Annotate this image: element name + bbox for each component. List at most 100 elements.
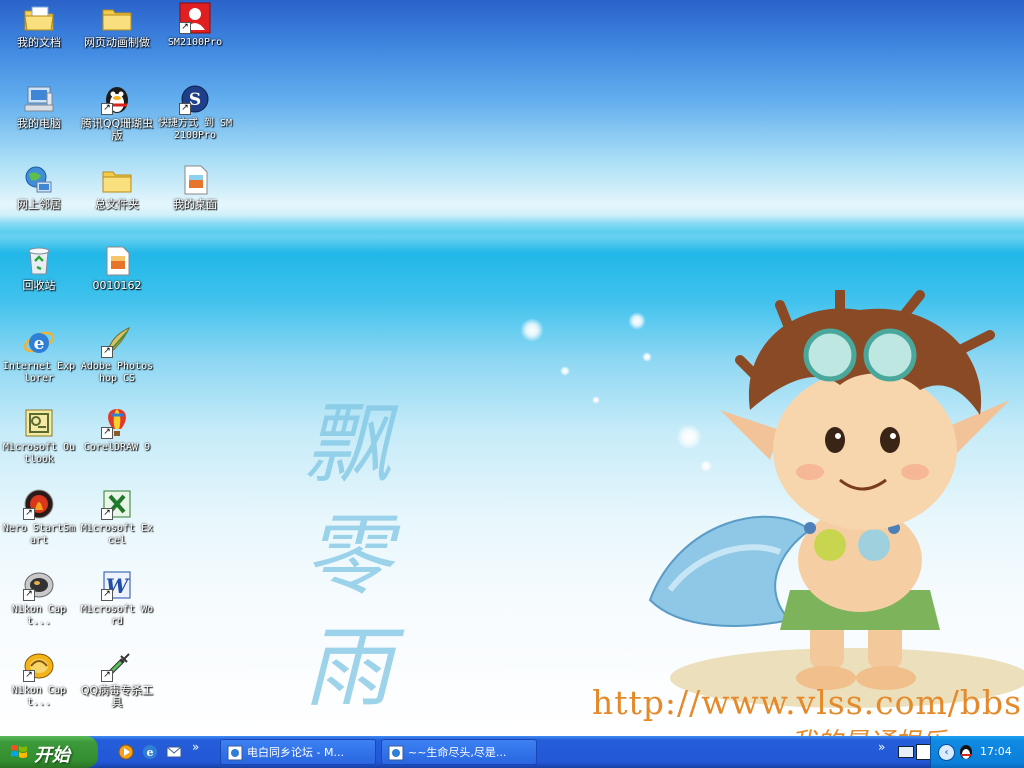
- outlook-shortcut[interactable]: Microsoft Outlook: [0, 407, 78, 466]
- start-label: 开始: [34, 745, 70, 766]
- icon-label: 我的文档: [17, 36, 61, 49]
- qq-shortcut[interactable]: ↗ 腾讯QQ珊瑚虫版: [78, 83, 156, 142]
- icon-label: Nikon Capt...: [11, 604, 67, 627]
- sparkle: [592, 396, 600, 404]
- nikon-capture-shortcut-1[interactable]: ↗ Nikon Capt...: [0, 569, 78, 628]
- my-documents-shortcut[interactable]: 我的文档: [0, 2, 78, 49]
- tray-expand-icon[interactable]: ‹: [938, 744, 955, 761]
- troll-illustration: [648, 290, 1024, 708]
- word-shortcut[interactable]: W ↗ Microsoft Word: [78, 569, 156, 628]
- nikon-capture-icon: ↗: [23, 569, 55, 601]
- outlook-express-icon[interactable]: [166, 744, 182, 760]
- ie-window-icon: [227, 745, 243, 761]
- qq-penguin-icon: ↗: [101, 83, 133, 115]
- icon-label: Adobe Photoshop CS: [80, 361, 154, 384]
- media-player-icon[interactable]: [118, 744, 134, 760]
- task-button-forum[interactable]: 电白同乡论坛 - M...: [220, 739, 376, 765]
- shortcut-arrow-icon: ↗: [101, 589, 113, 601]
- word-icon: W ↗: [101, 569, 133, 601]
- icon-label: Nero StartSmart: [2, 523, 76, 546]
- recycle-bin-shortcut[interactable]: 回收站: [0, 245, 78, 292]
- nikon-capture-shortcut-2[interactable]: ↗ Nikon Capt...: [0, 650, 78, 709]
- taskbar-toolbar-more[interactable]: »: [878, 740, 885, 754]
- icon-label: 快捷方式 到 SM2100Pro: [157, 118, 233, 141]
- icon-label: 网页动画制做: [84, 36, 150, 49]
- internet-explorer-shortcut[interactable]: e Internet Explorer: [0, 326, 78, 385]
- shortcut-arrow-icon: ↗: [23, 508, 35, 520]
- shortcut-arrow-icon: ↗: [101, 103, 113, 115]
- icon-label: 我的桌面: [173, 198, 217, 211]
- qq-tray-icon[interactable]: [958, 743, 974, 764]
- svg-text:e: e: [147, 746, 154, 759]
- clock[interactable]: 17:04: [980, 745, 1012, 758]
- sm2100pro-shortcut[interactable]: ↗ SM2100Pro: [156, 2, 234, 49]
- icon-label: 总文件夹: [95, 198, 139, 211]
- ie-window-icon: [388, 745, 404, 761]
- qq-antivirus-shortcut[interactable]: ↗ QQ病毒专杀工具: [78, 650, 156, 709]
- watermark-text: 飘零雨: [303, 392, 392, 719]
- windows-flag-icon: [11, 745, 27, 758]
- internet-explorer-icon[interactable]: e: [142, 744, 158, 760]
- shortcut-arrow-icon: ↗: [179, 22, 191, 34]
- start-button[interactable]: 开始: [0, 736, 98, 768]
- sm2100pro-shortcut-2[interactable]: S ↗ 快捷方式 到 SM2100Pro: [156, 83, 234, 142]
- nero-shortcut[interactable]: ↗ Nero StartSmart: [0, 488, 78, 547]
- outlook-icon: [23, 407, 55, 439]
- my-computer-shortcut[interactable]: 我的电脑: [0, 83, 78, 130]
- sm2100pro-icon: ↗: [179, 2, 211, 34]
- folder-icon: [101, 2, 133, 34]
- shortcut-arrow-icon: ↗: [23, 670, 35, 682]
- icon-label: Microsoft Word: [80, 604, 154, 627]
- my-desktop-file[interactable]: 我的桌面: [156, 164, 234, 211]
- desktop[interactable]: 飘零雨 http://www.vlss.com/bbs 我的文档 我的电脑 网上…: [0, 0, 1024, 736]
- computer-icon: [23, 83, 55, 115]
- icon-label: Internet Explorer: [2, 361, 76, 384]
- coreldraw-shortcut[interactable]: ↗ CorelDRAW 9: [78, 407, 156, 454]
- photoshop-feather-icon: ↗: [101, 326, 133, 358]
- shortcut-arrow-icon: ↗: [101, 508, 113, 520]
- sparkle: [560, 366, 570, 376]
- coreldraw-balloon-icon: ↗: [101, 407, 133, 439]
- icon-label: QQ病毒专杀工具: [80, 684, 154, 709]
- icon-label: Nikon Capt...: [11, 685, 67, 708]
- icon-label: Microsoft Excel: [80, 523, 154, 546]
- wallpaper-watermark: 飘零雨: [300, 388, 410, 724]
- wallpaper-subtitle: 我的最通根乐: [790, 722, 946, 736]
- icon-label: 回收站: [22, 279, 56, 292]
- shortcut-arrow-icon: ↗: [101, 427, 113, 439]
- task-label: ~~生命尽头,尽是...: [408, 746, 507, 759]
- image-file-icon: [101, 245, 133, 277]
- general-folder[interactable]: 总文件夹: [78, 164, 156, 211]
- task-button-life[interactable]: ~~生命尽头,尽是...: [381, 739, 537, 765]
- svg-text:e: e: [34, 334, 45, 354]
- documents-folder-icon: [23, 2, 55, 34]
- photoshop-shortcut[interactable]: ↗ Adobe Photoshop CS: [78, 326, 156, 385]
- nikon-capture-yellow-icon: ↗: [23, 650, 55, 682]
- image-file-0010162[interactable]: 0010162: [78, 245, 156, 292]
- syringe-icon: ↗: [101, 650, 133, 682]
- keyboard-icon[interactable]: [898, 746, 914, 758]
- recycle-bin-icon: [23, 245, 55, 277]
- icon-label: 0010162: [92, 279, 142, 292]
- icon-label: 腾讯QQ珊瑚虫版: [80, 117, 154, 142]
- shortcut-arrow-icon: ↗: [101, 670, 113, 682]
- icon-label: 网上邻居: [17, 198, 61, 211]
- network-places-shortcut[interactable]: 网上邻居: [0, 164, 78, 211]
- task-label: 电白同乡论坛 - M...: [247, 746, 344, 759]
- quick-launch-more[interactable]: »: [192, 740, 199, 754]
- icon-label: CorelDRAW 9: [83, 442, 151, 453]
- sparkle: [520, 318, 544, 342]
- excel-shortcut[interactable]: ↗ Microsoft Excel: [78, 488, 156, 547]
- wallpaper-url: http://www.vlss.com/bbs: [592, 683, 1023, 722]
- shortcut-arrow-icon: ↗: [101, 346, 113, 358]
- sm2100pro-globe-icon: S ↗: [179, 83, 211, 115]
- network-globe-icon: [23, 164, 55, 196]
- web-animation-folder[interactable]: 网页动画制做: [78, 2, 156, 49]
- image-file-icon: [179, 164, 211, 196]
- icon-label: 我的电脑: [17, 117, 61, 130]
- nero-icon: ↗: [23, 488, 55, 520]
- excel-icon: ↗: [101, 488, 133, 520]
- shortcut-arrow-icon: ↗: [179, 103, 191, 115]
- icon-label: Microsoft Outlook: [2, 442, 76, 465]
- folder-icon: [101, 164, 133, 196]
